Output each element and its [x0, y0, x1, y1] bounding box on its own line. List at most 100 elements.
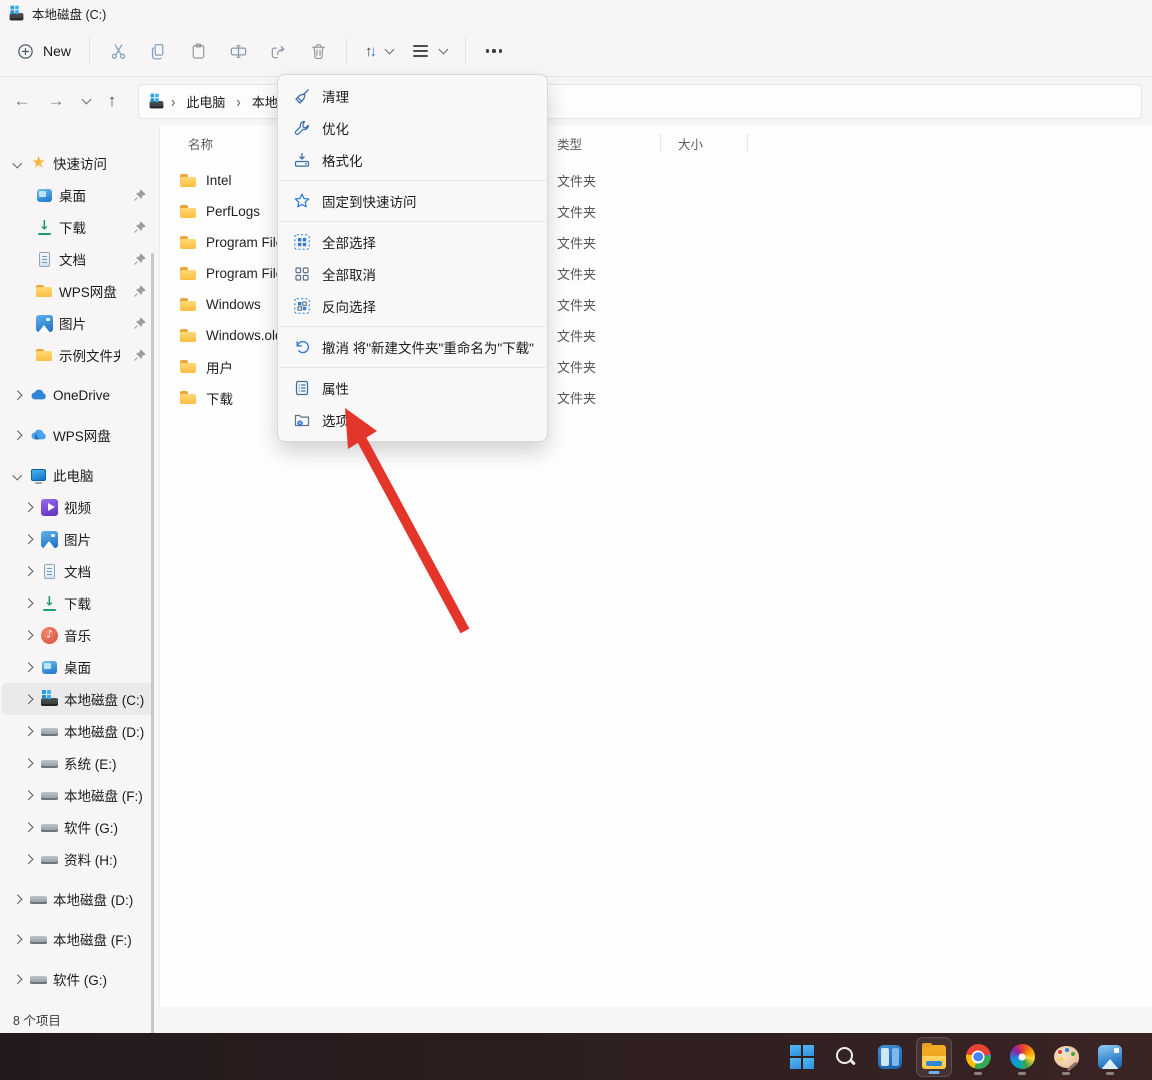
delete-button[interactable]: [298, 34, 338, 68]
sidebar-item-documents[interactable]: 文档: [2, 555, 153, 587]
sidebar-item-pictures-pinned[interactable]: 图片: [2, 307, 153, 339]
chevron-right-icon[interactable]: [10, 428, 24, 442]
video-icon: [41, 499, 58, 516]
chevron-right-icon[interactable]: [10, 892, 24, 906]
sidebar-item-local-disk-d-root[interactable]: 本地磁盘 (D:): [2, 883, 153, 915]
music-icon: [41, 627, 58, 644]
sidebar-item-local-disk-f-root[interactable]: 本地磁盘 (F:): [2, 923, 153, 955]
recent-locations-button[interactable]: [74, 85, 94, 117]
chevron-right-icon[interactable]: [21, 724, 35, 738]
back-button[interactable]: ←: [6, 85, 38, 117]
chevron-right-icon[interactable]: [21, 756, 35, 770]
chevron-right-icon[interactable]: [21, 660, 35, 674]
plus-circle-icon: [16, 42, 35, 61]
menu-item-undo-rename[interactable]: 撤消 将"新建文件夹"重命名为"下载": [282, 331, 543, 363]
new-button-label: New: [43, 43, 71, 59]
menu-item-format[interactable]: 格式化: [282, 144, 543, 176]
sidebar-item-pictures[interactable]: 图片: [2, 523, 153, 555]
sidebar-item-data-h[interactable]: 资料 (H:): [2, 843, 153, 875]
paint-button[interactable]: [1048, 1037, 1084, 1077]
up-button[interactable]: ↑: [96, 85, 128, 117]
broom-icon: [293, 87, 311, 105]
breadcrumb-this-pc[interactable]: 此电脑: [182, 90, 229, 113]
sidebar-item-wps-cloud-pinned[interactable]: WPS网盘: [2, 275, 153, 307]
paste-button[interactable]: [178, 34, 218, 68]
menu-item-options[interactable]: 选项: [282, 404, 543, 436]
menu-item-optimize[interactable]: 优化: [282, 112, 543, 144]
sidebar-item-local-disk-d[interactable]: 本地磁盘 (D:): [2, 715, 153, 747]
copy-button[interactable]: [138, 34, 178, 68]
sidebar-item-downloads[interactable]: 下载: [2, 587, 153, 619]
options-icon: [293, 411, 311, 429]
share-button[interactable]: [258, 34, 298, 68]
chevron-down-icon[interactable]: [10, 156, 24, 170]
menu-item-clean[interactable]: 清理: [282, 80, 543, 112]
more-button[interactable]: [474, 34, 514, 68]
sidebar-item-quick-access[interactable]: 快速访问: [2, 147, 153, 179]
toolbar-separator: [346, 38, 347, 64]
desktop-icon: [41, 659, 58, 676]
drive-icon: [30, 891, 47, 908]
sidebar-item-local-disk-c[interactable]: 本地磁盘 (C:): [2, 683, 153, 715]
photos-button[interactable]: [1092, 1037, 1128, 1077]
sidebar-item-software-g[interactable]: 软件 (G:): [2, 811, 153, 843]
chevron-right-icon[interactable]: [21, 596, 35, 610]
sidebar-item-music[interactable]: 音乐: [2, 619, 153, 651]
sidebar-item-downloads-pinned[interactable]: 下载: [2, 211, 153, 243]
chevron-right-icon[interactable]: [21, 788, 35, 802]
sidebar-item-wps-cloud[interactable]: WPS网盘: [2, 419, 153, 451]
chevron-right-icon[interactable]: [21, 532, 35, 546]
widgets-button[interactable]: [872, 1037, 908, 1077]
view-button[interactable]: [403, 39, 457, 62]
chevron-right-icon[interactable]: [10, 388, 24, 402]
chevron-right-icon[interactable]: [21, 692, 35, 706]
cut-button[interactable]: [98, 34, 138, 68]
chevron-right-icon[interactable]: [10, 972, 24, 986]
column-divider[interactable]: [660, 134, 661, 152]
cut-icon: [109, 42, 128, 61]
menu-item-pin-to-quick-access[interactable]: 固定到快速访问: [282, 185, 543, 217]
chevron-right-icon[interactable]: [21, 628, 35, 642]
sidebar-item-this-pc[interactable]: 此电脑: [2, 459, 153, 491]
select-all-icon: [293, 233, 311, 251]
menu-item-select-all[interactable]: 全部选择: [282, 226, 543, 258]
search-button[interactable]: [828, 1037, 864, 1077]
sidebar-item-onedrive[interactable]: OneDrive: [2, 379, 153, 411]
pin-icon: [132, 284, 147, 299]
menu-separator: [279, 326, 546, 327]
window-body: 快速访问 桌面 下载 文档: [0, 125, 1152, 1007]
start-button[interactable]: [784, 1037, 820, 1077]
color-wheel-browser-button[interactable]: [1004, 1037, 1040, 1077]
sidebar-item-videos[interactable]: 视频: [2, 491, 153, 523]
chevron-right-icon[interactable]: [21, 500, 35, 514]
folder-icon: [180, 203, 197, 220]
sidebar-item-sample-folder-pinned[interactable]: 示例文件夹: [2, 339, 153, 371]
chevron-down-icon[interactable]: [10, 468, 24, 482]
chevron-right-icon[interactable]: [21, 564, 35, 578]
sidebar-scrollbar[interactable]: [151, 253, 154, 1080]
forward-button[interactable]: →: [40, 85, 72, 117]
chevron-right-icon[interactable]: [21, 820, 35, 834]
folder-icon: [180, 265, 197, 282]
title-bar: 本地磁盘 (C:): [0, 0, 1152, 26]
menu-item-properties[interactable]: 属性: [282, 372, 543, 404]
file-explorer-button[interactable]: [916, 1037, 952, 1077]
sidebar-item-system-e[interactable]: 系统 (E:): [2, 747, 153, 779]
paint-icon: [1054, 1045, 1079, 1069]
sidebar-item-software-g-root[interactable]: 软件 (G:): [2, 963, 153, 995]
chevron-right-icon[interactable]: [10, 932, 24, 946]
sidebar-item-local-disk-f[interactable]: 本地磁盘 (F:): [2, 779, 153, 811]
sort-button[interactable]: ↑↓: [355, 37, 403, 66]
sidebar-item-documents-pinned[interactable]: 文档: [2, 243, 153, 275]
column-header-size[interactable]: 大小: [678, 134, 703, 153]
sidebar-item-desktop[interactable]: 桌面: [2, 651, 153, 683]
document-icon: [41, 563, 58, 580]
menu-item-invert-selection[interactable]: 反向选择: [282, 290, 543, 322]
sidebar-item-desktop-pinned[interactable]: 桌面: [2, 179, 153, 211]
chrome-button[interactable]: [960, 1037, 996, 1077]
column-divider[interactable]: [747, 134, 748, 152]
new-button[interactable]: New: [6, 36, 81, 67]
rename-button[interactable]: [218, 34, 258, 68]
chevron-right-icon[interactable]: [21, 852, 35, 866]
menu-item-select-none[interactable]: 全部取消: [282, 258, 543, 290]
